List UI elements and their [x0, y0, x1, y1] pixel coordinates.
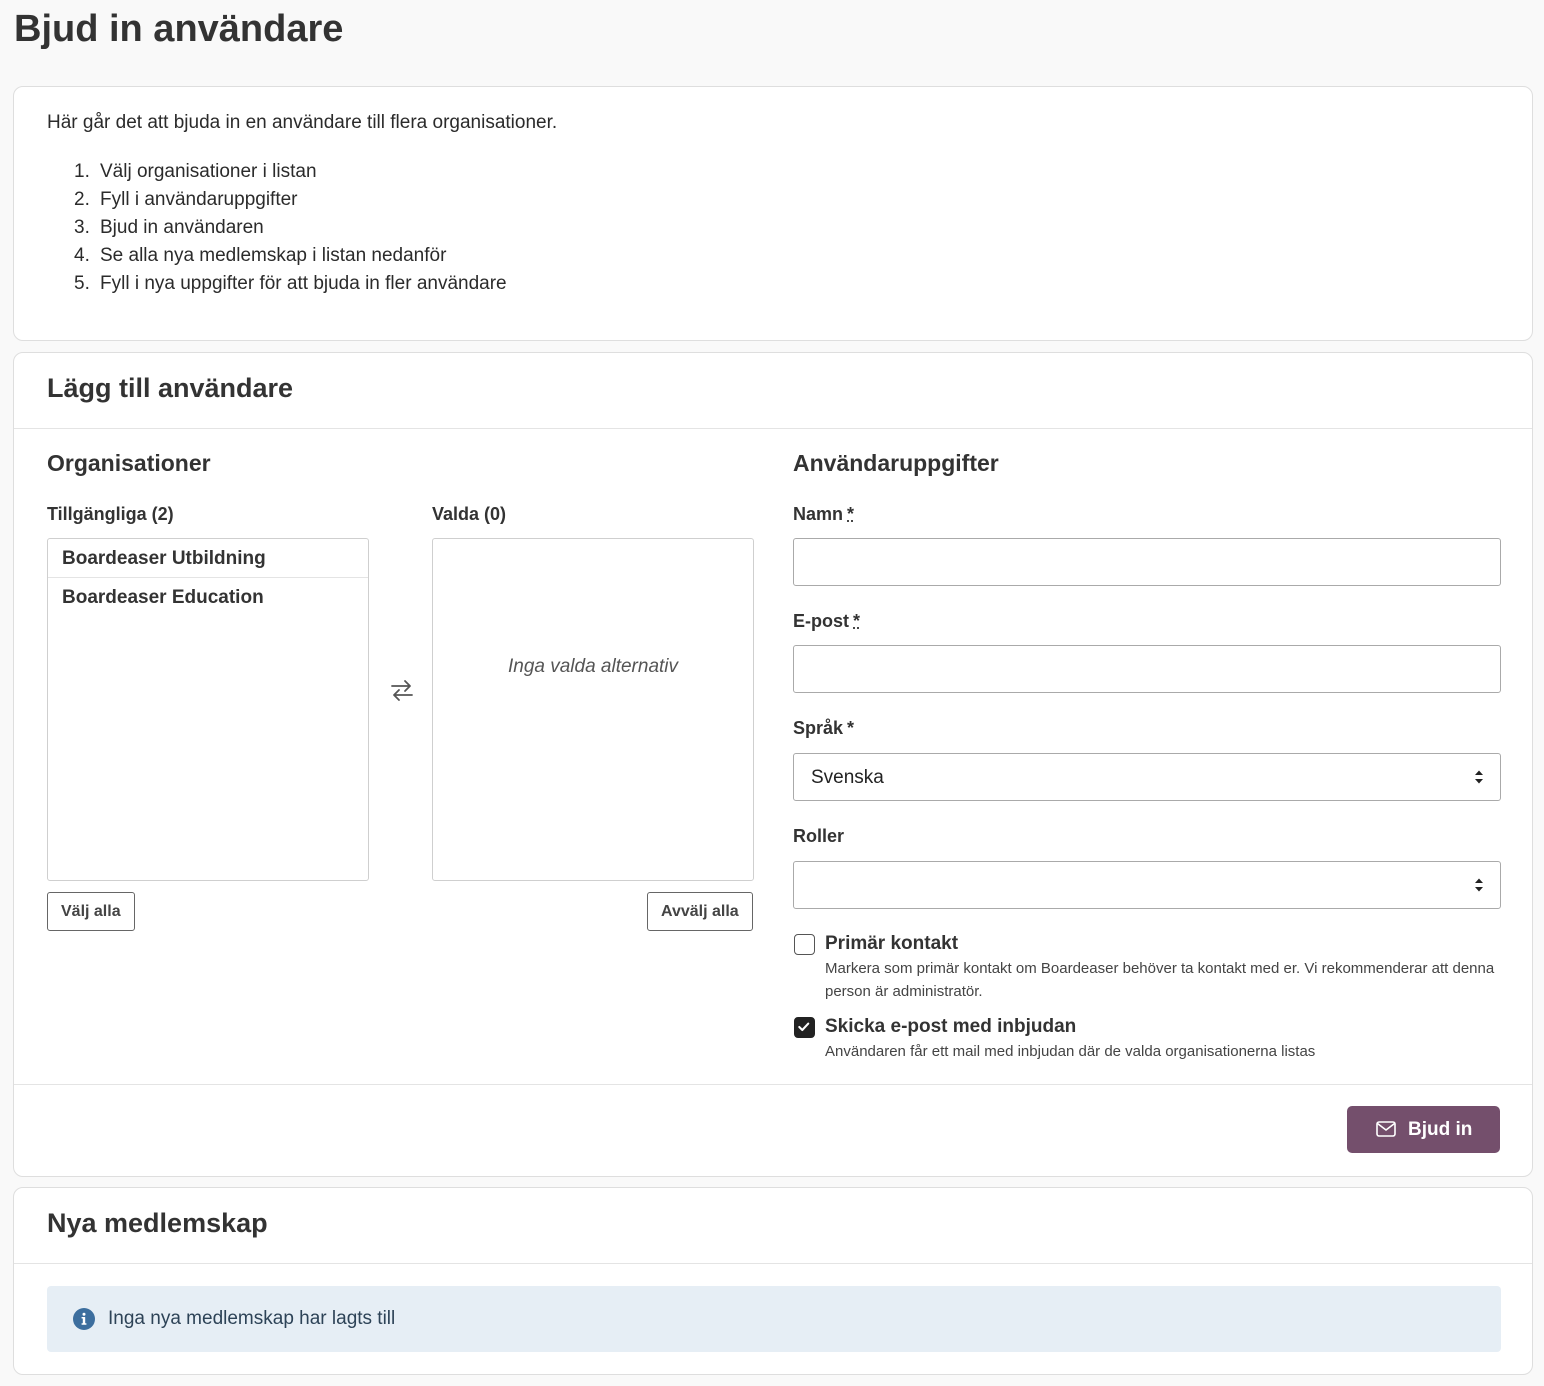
memberships-title: Nya medlemskap	[47, 1208, 268, 1238]
selected-organizations-list[interactable]: Inga valda alternativ	[432, 538, 754, 881]
list-item[interactable]: Boardeaser Education	[48, 578, 368, 617]
name-input[interactable]	[793, 538, 1501, 586]
invite-button-label: Bjud in	[1408, 1119, 1473, 1140]
available-organizations-list[interactable]: Boardeaser Utbildning Boardeaser Educati…	[47, 538, 369, 881]
select-all-button[interactable]: Välj alla	[47, 892, 135, 931]
language-select[interactable]: Svenska	[793, 753, 1501, 801]
selected-label: Valda (0)	[432, 504, 507, 524]
email-input[interactable]	[793, 645, 1501, 693]
memberships-header: Nya medlemskap	[14, 1188, 1532, 1264]
add-user-title: Lägg till användare	[47, 373, 294, 403]
roles-select[interactable]	[793, 861, 1501, 909]
invite-button[interactable]: Bjud in	[1347, 1106, 1500, 1153]
primary-contact-label[interactable]: Primär kontakt	[825, 933, 958, 955]
step-item: 4. Se alla nya medlemskap i listan nedanf…	[74, 245, 447, 266]
send-email-label[interactable]: Skicka e-post med inbjudan	[825, 1016, 1076, 1038]
steps-list: 1. Välj organisationer i listan 2. Fyll i …	[74, 161, 507, 301]
page-title: Bjud in användare	[14, 8, 344, 50]
checkmark-icon	[798, 1022, 810, 1032]
memberships-card: Nya medlemskap Inga nya medlemskap har l…	[13, 1187, 1533, 1375]
user-details-title: Användaruppgifter	[793, 450, 999, 476]
empty-memberships-text: Inga nya medlemskap har lagts till	[108, 1308, 396, 1329]
primary-contact-checkbox[interactable]	[794, 934, 815, 955]
list-item[interactable]: Boardeaser Utbildning	[48, 539, 368, 578]
primary-contact-help: Markera som primär kontakt om Boardeaser…	[825, 960, 1495, 1000]
step-item: 3. Bjud in användaren	[74, 217, 264, 238]
available-label: Tillgängliga (2)	[47, 504, 174, 524]
email-label: E-post *	[793, 611, 861, 631]
step-item: 2. Fyll i användaruppgifter	[74, 189, 298, 210]
intro-text: Här går det att bjuda in en användare ti…	[47, 112, 558, 133]
language-value: Svenska	[811, 767, 884, 788]
deselect-all-button[interactable]: Avvälj alla	[647, 892, 753, 931]
empty-selection-text: Inga valda alternativ	[507, 656, 679, 677]
intro-card: Här går det att bjuda in en användare ti…	[13, 86, 1533, 341]
send-email-help: Användaren får ett mail med inbjudan där…	[825, 1043, 1316, 1060]
step-item: 1. Välj organisationer i listan	[74, 161, 317, 182]
envelope-icon	[1376, 1121, 1396, 1137]
name-label: Namn *	[793, 504, 855, 524]
add-user-header: Lägg till användare	[14, 353, 1532, 429]
step-item: 5. Fyll i nya uppgifter för att bjuda in …	[74, 273, 507, 294]
add-user-card: Lägg till användare Organisationer Tillg…	[13, 352, 1533, 1177]
organizations-title: Organisationer	[47, 450, 211, 476]
select-arrows-icon	[1475, 770, 1483, 784]
send-email-checkbox[interactable]	[794, 1017, 815, 1038]
info-circle-icon	[73, 1308, 95, 1330]
roles-label: Roller	[793, 826, 845, 846]
swap-arrows-icon[interactable]	[388, 676, 416, 704]
select-arrows-icon	[1475, 878, 1483, 892]
add-user-footer: Bjud in	[14, 1084, 1532, 1176]
language-label: Språk *	[793, 718, 855, 738]
empty-memberships-alert: Inga nya medlemskap har lagts till	[47, 1286, 1501, 1352]
